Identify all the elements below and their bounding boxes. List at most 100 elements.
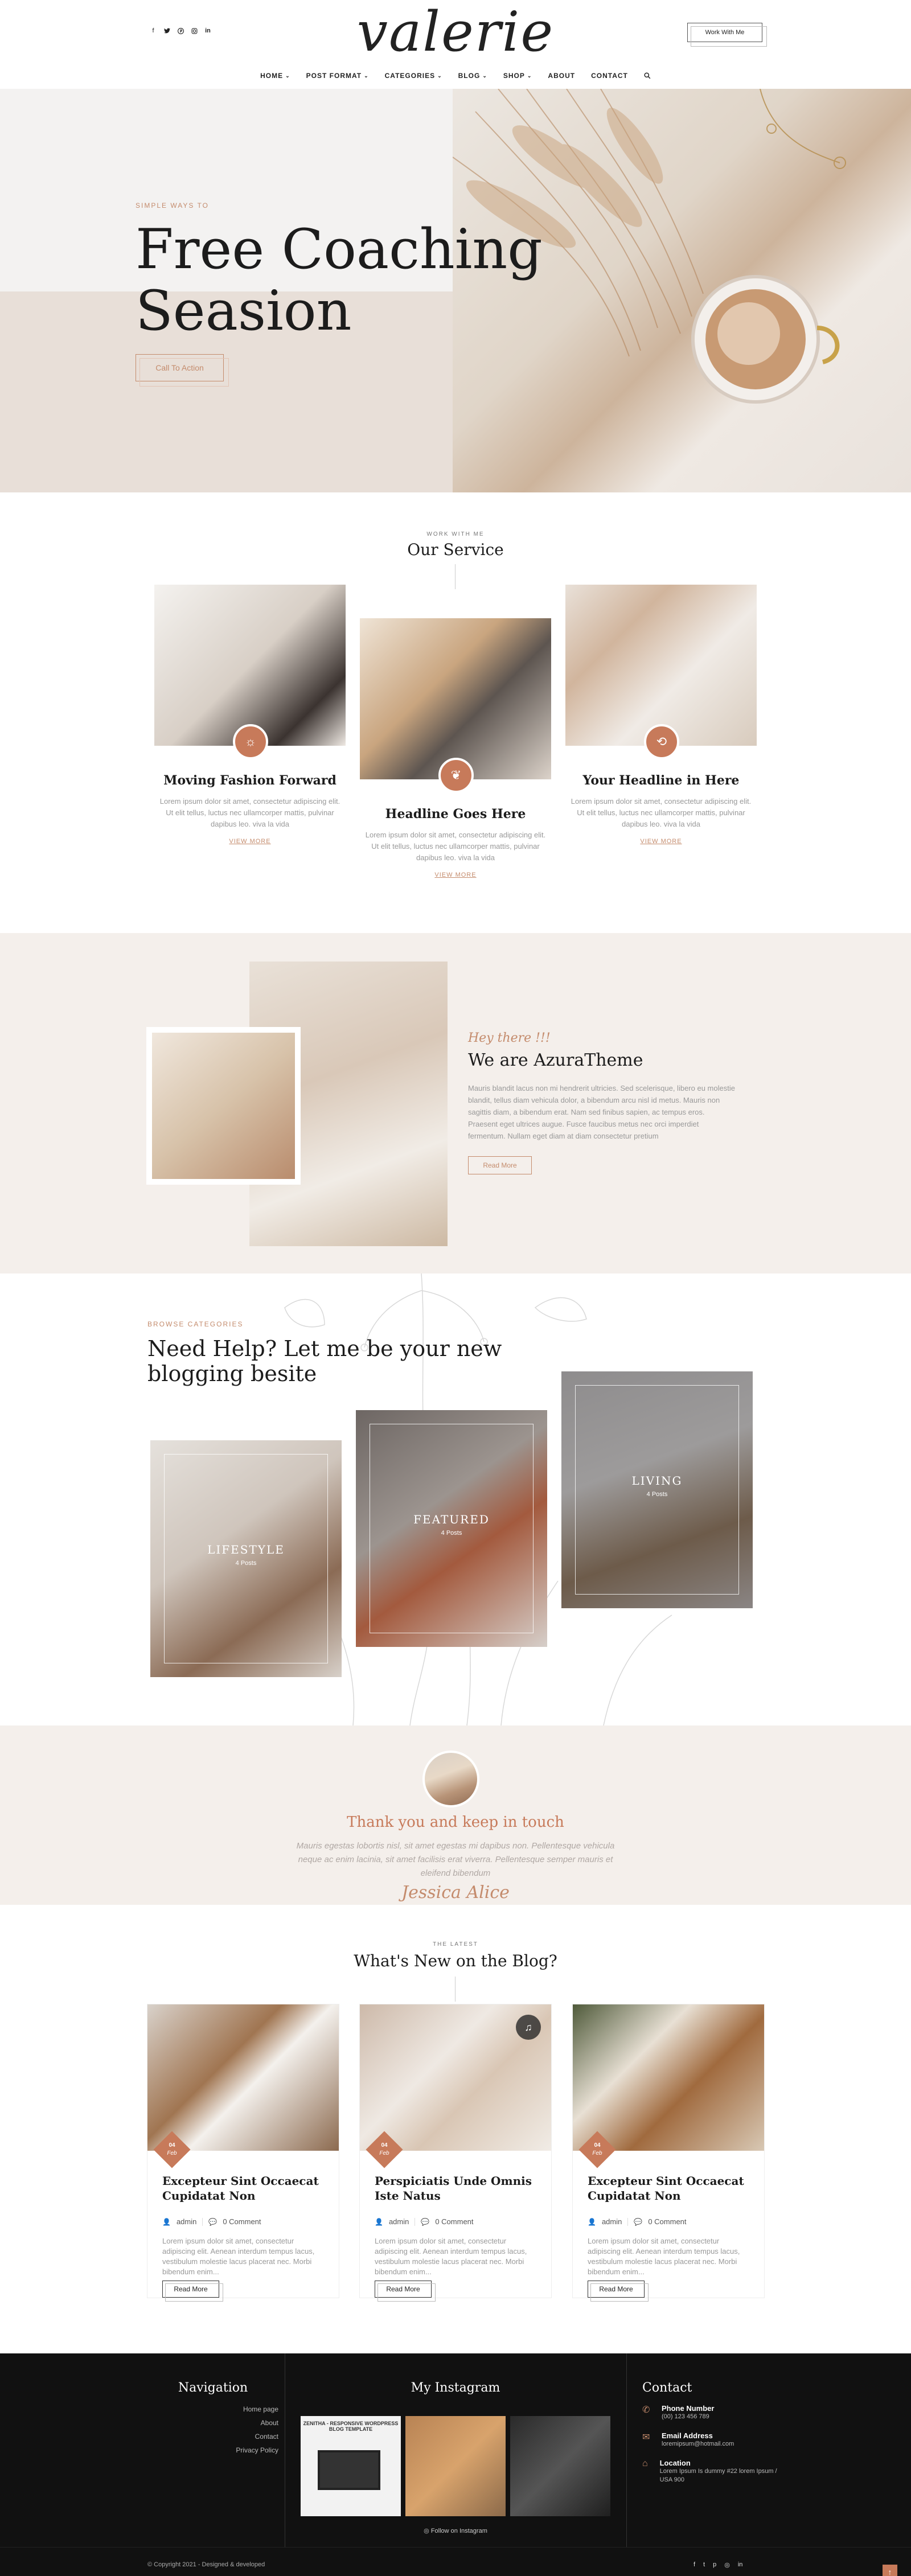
post-comments[interactable]: 0 Comment: [648, 2217, 686, 2226]
pinterest-icon[interactable]: [177, 27, 184, 34]
thanks-title: Thank you and keep in touch: [347, 1814, 564, 1831]
facebook-icon[interactable]: f: [150, 27, 157, 34]
view-more-link[interactable]: VIEW MORE: [565, 838, 757, 845]
instagram-icon[interactable]: ◎: [724, 2561, 730, 2569]
instagram-photo[interactable]: ZENITHA - RESPONSIVE WORDPRESS BLOG TEMP…: [301, 2416, 401, 2516]
user-icon: 👤: [375, 2217, 383, 2226]
footer-insta-title: My Instagram: [411, 2381, 500, 2395]
nav-item-label: SHOP: [503, 72, 525, 80]
footer-divider: [626, 2353, 627, 2547]
user-icon: 👤: [162, 2217, 171, 2226]
main-nav: HOME ⌄ POST FORMAT ⌄ CATEGORIES ⌄ BLOG ⌄ SHOP ⌄ AB…: [0, 72, 911, 80]
nav-item-shop[interactable]: SHOP ⌄: [495, 72, 540, 80]
category-card-living[interactable]: LIVING 4 Posts: [561, 1371, 753, 1608]
footer-link-about[interactable]: About: [147, 2419, 278, 2427]
blog-title: What's New on the Blog?: [354, 1951, 557, 1970]
read-more-button[interactable]: Read More: [375, 2281, 436, 2302]
post-image[interactable]: [573, 2004, 764, 2151]
footer-link-privacy[interactable]: Privacy Policy: [147, 2446, 278, 2454]
chevron-down-icon: ⌄: [482, 72, 487, 79]
contact-phone: ✆ Phone Number (00) 123 456 789: [642, 2404, 715, 2420]
instagram-feed: ZENITHA - RESPONSIVE WORDPRESS BLOG TEMP…: [301, 2416, 610, 2516]
post-author[interactable]: admin: [602, 2217, 622, 2226]
post-excerpt: Lorem ipsum dolor sit amet, consectetur …: [162, 2237, 315, 2276]
user-icon: 👤: [588, 2217, 596, 2226]
service-title: Our Service: [407, 540, 504, 559]
category-card-featured[interactable]: FEATURED 4 Posts: [356, 1410, 547, 1647]
nav-item-home[interactable]: HOME ⌄: [252, 72, 298, 80]
nav-item-post-format[interactable]: POST FORMAT ⌄: [298, 72, 377, 80]
instagram-photo[interactable]: [405, 2416, 506, 2516]
comment-icon: 💬: [208, 2217, 218, 2226]
nav-item-categories[interactable]: CATEGORIES ⌄: [377, 72, 450, 80]
phone-icon: ✆: [642, 2405, 650, 2415]
category-card-lifestyle[interactable]: LIFESTYLE 4 Posts: [150, 1440, 342, 1677]
category-count: 4 Posts: [646, 1491, 668, 1498]
service-card-text: Lorem ipsum dolor sit amet, consectetur …: [159, 797, 340, 828]
post-title[interactable]: Perspiciatis Unde Omnis Iste Natus: [375, 2174, 540, 2203]
site-logo[interactable]: valerie: [342, 3, 569, 66]
linkedin-icon[interactable]: in: [204, 27, 211, 34]
post-comments[interactable]: 0 Comment: [435, 2217, 473, 2226]
hero-title: Free Coaching Seasion: [136, 217, 543, 343]
footer-link-home[interactable]: Home page: [147, 2405, 278, 2413]
footer-contact: Contact ✆ Phone Number (00) 123 456 789 ✉…: [642, 2353, 779, 2547]
footer-nav-title: Navigation: [178, 2381, 248, 2395]
read-more-button[interactable]: Read More: [588, 2281, 649, 2302]
blog-section: THE LATEST What's New on the Blog? 04 Feb…: [0, 1905, 911, 2353]
nav-item-label: BLOG: [458, 72, 481, 80]
footer-link-contact[interactable]: Contact: [147, 2433, 278, 2441]
work-with-me-button[interactable]: Work With Me: [687, 23, 767, 47]
twitter-icon[interactable]: [163, 27, 170, 34]
category-name: FEATURED: [413, 1513, 490, 1526]
call-to-action-button[interactable]: Call To Action: [136, 354, 229, 387]
post-author[interactable]: admin: [389, 2217, 409, 2226]
service-card: ❦ Headline Goes Here Lorem ipsum dolor s…: [360, 618, 551, 878]
post-meta: 👤 admin 💬 0 Comment: [162, 2217, 261, 2226]
hero-section: SIMPLE WAYS TO Free Coaching Seasion Cal…: [0, 89, 911, 492]
view-more-link[interactable]: VIEW MORE: [154, 838, 346, 845]
comment-icon: 💬: [634, 2217, 643, 2226]
signature: Jessica Alice: [401, 1883, 510, 1903]
post-author[interactable]: admin: [177, 2217, 196, 2226]
post-title[interactable]: Excepteur Sint Occaecat Cupidatat Non: [162, 2174, 327, 2203]
service-image: [360, 618, 551, 779]
facebook-icon[interactable]: f: [693, 2561, 695, 2569]
copyright: © Copyright 2021 - Designed & developed: [147, 2561, 265, 2568]
swirl-icon: ⟲: [644, 724, 679, 759]
instagram-icon[interactable]: [191, 27, 198, 34]
twitter-icon[interactable]: t: [703, 2561, 705, 2569]
avatar: [422, 1751, 479, 1807]
card-frame: [575, 1385, 739, 1595]
post-meta: 👤 admin 💬 0 Comment: [588, 2217, 687, 2226]
read-more-button[interactable]: Read More: [162, 2281, 223, 2302]
post-image[interactable]: [147, 2004, 339, 2151]
about-secondary-image: [146, 1027, 301, 1185]
instagram-photo[interactable]: [510, 2416, 610, 2516]
pinterest-icon[interactable]: p: [713, 2561, 716, 2569]
search-icon[interactable]: [636, 72, 659, 80]
scroll-to-top-button[interactable]: ↑: [883, 2565, 897, 2576]
footer-social-links: f t p ◎ in: [693, 2561, 742, 2569]
thanks-text: Mauris egestas lobortis nisl, sit amet e…: [296, 1841, 615, 1878]
about-greeting: Hey there !!!: [468, 1031, 551, 1045]
contact-email: ✉ Email Address loremipsum@hotmail.com: [642, 2431, 734, 2447]
nav-item-blog[interactable]: BLOG ⌄: [450, 72, 495, 80]
blog-kicker: THE LATEST: [433, 1941, 478, 1948]
service-card-text: Lorem ipsum dolor sit amet, consectetur …: [365, 831, 546, 862]
blog-post-card: 04 Feb Excepteur Sint Occaecat Cupidatat …: [147, 2004, 339, 2302]
view-more-link[interactable]: VIEW MORE: [360, 872, 551, 878]
service-card-title: Headline Goes Here: [385, 807, 526, 821]
read-more-button[interactable]: Read More: [468, 1156, 532, 1174]
card-frame: [370, 1424, 534, 1633]
follow-instagram-link[interactable]: ◎ Follow on Instagram: [301, 2527, 610, 2534]
music-note-icon: ♫: [516, 2015, 541, 2040]
post-comments[interactable]: 0 Comment: [223, 2217, 261, 2226]
footer-navigation: Navigation Home page About Contact Priva…: [147, 2353, 278, 2547]
nav-item-contact[interactable]: CONTACT: [583, 72, 636, 80]
linkedin-icon[interactable]: in: [738, 2561, 743, 2569]
post-image[interactable]: ♫: [360, 2004, 551, 2151]
nav-item-about[interactable]: ABOUT: [540, 72, 583, 80]
post-title[interactable]: Excepteur Sint Occaecat Cupidatat Non: [588, 2174, 753, 2203]
nav-item-label: CATEGORIES: [384, 72, 436, 80]
